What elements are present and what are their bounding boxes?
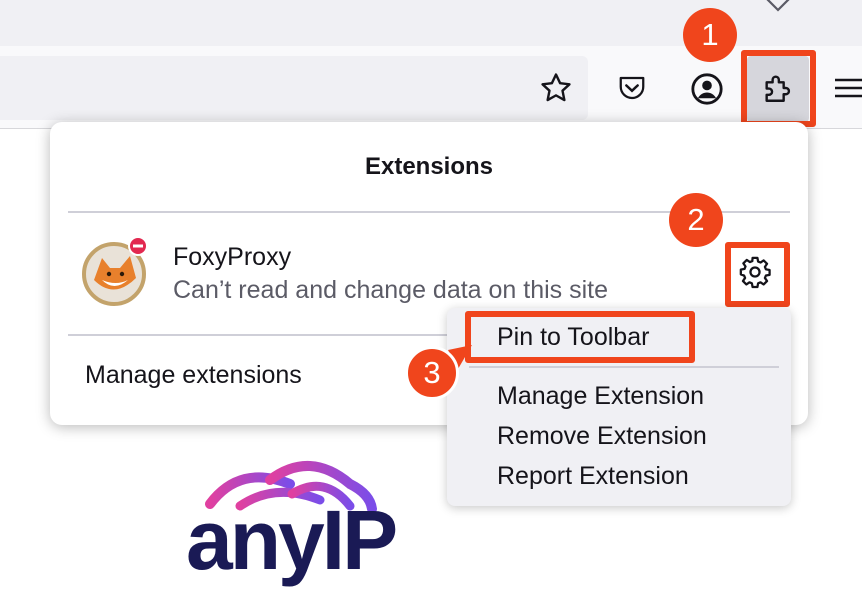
step-1-highlight — [741, 50, 816, 127]
context-menu-divider — [469, 366, 779, 368]
manage-extensions-link[interactable]: Manage extensions — [85, 361, 302, 390]
step-3-highlight — [465, 311, 695, 363]
star-icon[interactable] — [536, 68, 576, 108]
anyip-logo-text: anyIP — [186, 493, 398, 587]
extension-name[interactable]: FoxyProxy — [173, 243, 291, 272]
step-2-highlight — [725, 242, 790, 307]
pocket-icon[interactable] — [612, 68, 652, 108]
step-3-badge: 3 — [405, 346, 459, 400]
account-icon[interactable] — [686, 68, 728, 110]
menu-item-report-extension[interactable]: Report Extension — [497, 462, 689, 491]
chevron-down-icon[interactable] — [764, 0, 792, 14]
foxyproxy-icon — [80, 234, 154, 308]
step-2-badge: 2 — [669, 193, 723, 247]
panel-footer-divider — [68, 334, 454, 336]
url-bar[interactable] — [0, 56, 588, 120]
panel-title: Extensions — [364, 153, 494, 180]
step-3-number: 3 — [423, 355, 441, 390]
menu-item-remove-extension[interactable]: Remove Extension — [497, 422, 707, 451]
extension-permission-note: Can’t read and change data on this site — [173, 276, 609, 304]
step-1-badge: 1 — [683, 8, 737, 62]
hamburger-menu-icon[interactable] — [832, 68, 862, 108]
menu-item-manage-extension[interactable]: Manage Extension — [497, 382, 704, 411]
step-2-number: 2 — [687, 202, 705, 237]
step-1-number: 1 — [701, 17, 719, 52]
